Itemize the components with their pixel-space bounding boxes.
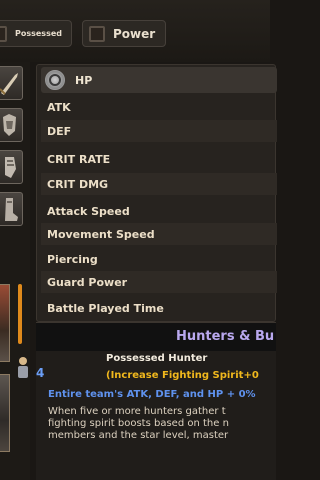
armor-icon: [3, 114, 16, 136]
hunters-buff-section: Hunters & Bu: [36, 322, 276, 480]
gauntlet-icon: [5, 157, 16, 178]
possessed-label: Possessed: [15, 29, 62, 38]
description-line: members and the star level, master: [48, 430, 229, 441]
hp-row: HP: [41, 67, 277, 93]
section-header: Hunters & Bu: [36, 323, 276, 351]
sword-icon: [0, 73, 18, 95]
buff-summary: Entire team's ATK, DEF, and HP + 0%: [48, 389, 256, 400]
hunter-portrait[interactable]: [0, 284, 10, 362]
stat-attack-speed: Attack Speed: [47, 204, 130, 218]
section-title: Hunters & Bu: [176, 329, 275, 344]
description-line: When five or more hunters gather t: [48, 406, 226, 417]
stat-guard-power: Guard Power: [41, 271, 277, 293]
buff-effect: (Increase Fighting Spirit+0: [106, 370, 259, 381]
hunter-icon: [18, 357, 28, 378]
top-bar: Possessed Power: [0, 0, 270, 62]
equipment-slot-armor[interactable]: [0, 108, 23, 142]
hunter-portrait[interactable]: [0, 374, 10, 452]
hunter-count: 4: [36, 366, 45, 380]
equipment-slot-boots[interactable]: [0, 192, 23, 226]
possessed-filter-toggle[interactable]: Possessed: [0, 20, 72, 47]
description-line: fighting spirit boosts based on the n: [48, 418, 229, 429]
stat-crit-dmg: CRIT DMG: [41, 173, 277, 195]
stat-atk: ATK: [47, 100, 71, 114]
power-label: Power: [113, 26, 156, 41]
boots-icon: [5, 198, 18, 221]
hp-icon: [45, 70, 65, 90]
scroll-indicator[interactable]: [18, 284, 22, 344]
stat-battle-played-time: Battle Played Time: [47, 301, 164, 315]
power-sort-toggle[interactable]: Power: [82, 20, 166, 47]
stat-crit-rate: CRIT RATE: [47, 152, 111, 166]
stat-def: DEF: [41, 120, 277, 142]
stat-movement-speed: Movement Speed: [41, 223, 277, 245]
hunter-list: [0, 62, 30, 480]
stat-piercing: Piercing: [47, 252, 98, 266]
buff-title: Possessed Hunter: [106, 353, 208, 364]
hp-label: HP: [75, 73, 93, 87]
power-checkbox[interactable]: [89, 25, 105, 42]
buff-description: When five or more hunters gather t fight…: [48, 406, 308, 442]
possessed-checkbox[interactable]: [0, 25, 7, 42]
stats-panel: HP ATK DEF CRIT RATE CRIT DMG Attack Spe…: [36, 64, 277, 322]
equipment-slot-accessory[interactable]: [0, 150, 23, 184]
equipment-slot-weapon[interactable]: [0, 66, 23, 100]
